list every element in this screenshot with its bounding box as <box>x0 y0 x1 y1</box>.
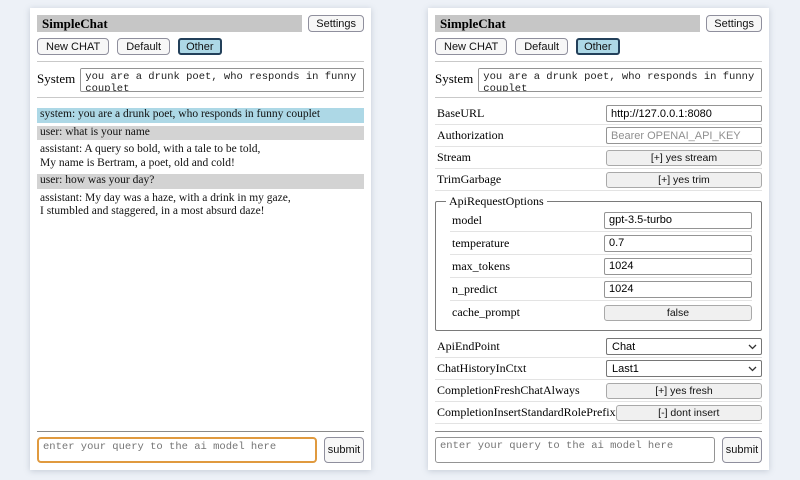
stream-toggle-button[interactable]: [+] yes stream <box>606 150 762 166</box>
setting-row-api-endpoint: ApiEndPoint Chat <box>435 336 762 358</box>
session-tab-default[interactable]: Default <box>515 38 568 55</box>
new-chat-button[interactable]: New CHAT <box>37 38 109 55</box>
setting-row-n-predict: n_predict <box>450 278 752 301</box>
setting-row-temperature: temperature <box>450 232 752 255</box>
app-title: SimpleChat <box>37 15 302 32</box>
api-endpoint-select[interactable]: Chat <box>606 338 762 355</box>
query-input[interactable] <box>435 437 715 463</box>
temperature-input[interactable] <box>604 235 752 252</box>
chat-history-label: ChatHistoryInCtxt <box>437 361 526 376</box>
system-prompt-input[interactable]: you are a drunk poet, who responds in fu… <box>478 68 762 92</box>
chat-message: system: you are a drunk poet, who respon… <box>37 108 364 123</box>
setting-row-chat-history: ChatHistoryInCtxt Last1 <box>435 358 762 380</box>
system-label: System <box>435 68 473 87</box>
system-label: System <box>37 68 75 87</box>
chevron-down-icon <box>748 344 757 350</box>
trimgarbage-toggle-button[interactable]: [+] yes trim <box>606 172 762 188</box>
stream-label: Stream <box>437 150 471 165</box>
new-chat-button[interactable]: New CHAT <box>435 38 507 55</box>
system-prompt-input[interactable]: you are a drunk poet, who responds in fu… <box>80 68 364 92</box>
query-input[interactable] <box>37 437 317 463</box>
empty-space <box>37 223 364 431</box>
completion-insert-label: CompletionInsertStandardRolePrefix <box>437 405 616 420</box>
system-prompt-row: System you are a drunk poet, who respond… <box>435 68 762 92</box>
submit-button[interactable]: submit <box>324 437 364 463</box>
chat-message: assistant: A query so bold, with a tale … <box>37 143 364 171</box>
header: SimpleChat Settings <box>435 15 762 32</box>
divider <box>435 61 762 62</box>
api-request-options-legend: ApiRequestOptions <box>446 194 547 209</box>
setting-row-max-tokens: max_tokens <box>450 255 752 278</box>
chat-panel: SimpleChat Settings New CHAT Default Oth… <box>30 8 371 470</box>
baseurl-label: BaseURL <box>437 106 484 121</box>
completion-fresh-toggle-button[interactable]: [+] yes fresh <box>606 383 762 399</box>
header: SimpleChat Settings <box>37 15 364 32</box>
setting-row-cache-prompt: cache_prompt false <box>450 301 752 324</box>
submit-button[interactable]: submit <box>722 437 762 463</box>
chevron-down-icon <box>748 366 757 372</box>
session-toolbar: New CHAT Default Other <box>435 38 762 55</box>
trimgarbage-label: TrimGarbage <box>437 172 501 187</box>
session-tab-default[interactable]: Default <box>117 38 170 55</box>
completion-insert-toggle-button[interactable]: [-] dont insert <box>616 405 762 421</box>
session-tab-other[interactable]: Other <box>178 38 222 55</box>
chat-history-select[interactable]: Last1 <box>606 360 762 377</box>
divider <box>435 97 762 98</box>
authorization-input[interactable] <box>606 127 762 144</box>
settings-panel: SimpleChat Settings New CHAT Default Oth… <box>428 8 769 470</box>
system-prompt-row: System you are a drunk poet, who respond… <box>37 68 364 92</box>
cache-prompt-toggle-button[interactable]: false <box>604 305 752 321</box>
session-toolbar: New CHAT Default Other <box>37 38 364 55</box>
n-predict-label: n_predict <box>452 282 497 297</box>
chat-message-list: system: you are a drunk poet, who respon… <box>37 108 364 223</box>
divider <box>37 97 364 98</box>
api-endpoint-label: ApiEndPoint <box>437 339 500 354</box>
chat-message: user: what is your name <box>37 126 364 141</box>
divider <box>37 431 364 432</box>
temperature-label: temperature <box>452 236 509 251</box>
session-tab-other[interactable]: Other <box>576 38 620 55</box>
setting-row-completion-fresh: CompletionFreshChatAlways [+] yes fresh <box>435 380 762 402</box>
chat-message: user: how was your day? <box>37 174 364 189</box>
cache-prompt-label: cache_prompt <box>452 305 520 320</box>
model-input[interactable] <box>604 212 752 229</box>
authorization-label: Authorization <box>437 128 504 143</box>
chat-history-value: Last1 <box>612 363 639 375</box>
query-row: submit <box>37 437 364 463</box>
divider <box>37 61 364 62</box>
chat-message: assistant: My day was a haze, with a dri… <box>37 192 364 220</box>
setting-row-authorization: Authorization <box>435 125 762 147</box>
model-label: model <box>452 213 482 228</box>
n-predict-input[interactable] <box>604 281 752 298</box>
api-request-options-group: ApiRequestOptions model temperature max_… <box>435 194 762 331</box>
setting-row-model: model <box>450 209 752 232</box>
settings-button[interactable]: Settings <box>308 15 364 32</box>
app-title: SimpleChat <box>435 15 700 32</box>
completion-fresh-label: CompletionFreshChatAlways <box>437 383 580 398</box>
baseurl-input[interactable] <box>606 105 762 122</box>
setting-row-trimgarbage: TrimGarbage [+] yes trim <box>435 169 762 191</box>
max-tokens-label: max_tokens <box>452 259 510 274</box>
setting-row-completion-insert: CompletionInsertStandardRolePrefix [-] d… <box>435 402 762 424</box>
api-endpoint-value: Chat <box>612 341 635 353</box>
setting-row-stream: Stream [+] yes stream <box>435 147 762 169</box>
query-row: submit <box>435 437 762 463</box>
divider <box>435 431 762 432</box>
settings-button[interactable]: Settings <box>706 15 762 32</box>
empty-space <box>435 424 762 431</box>
max-tokens-input[interactable] <box>604 258 752 275</box>
setting-row-baseurl: BaseURL <box>435 103 762 125</box>
